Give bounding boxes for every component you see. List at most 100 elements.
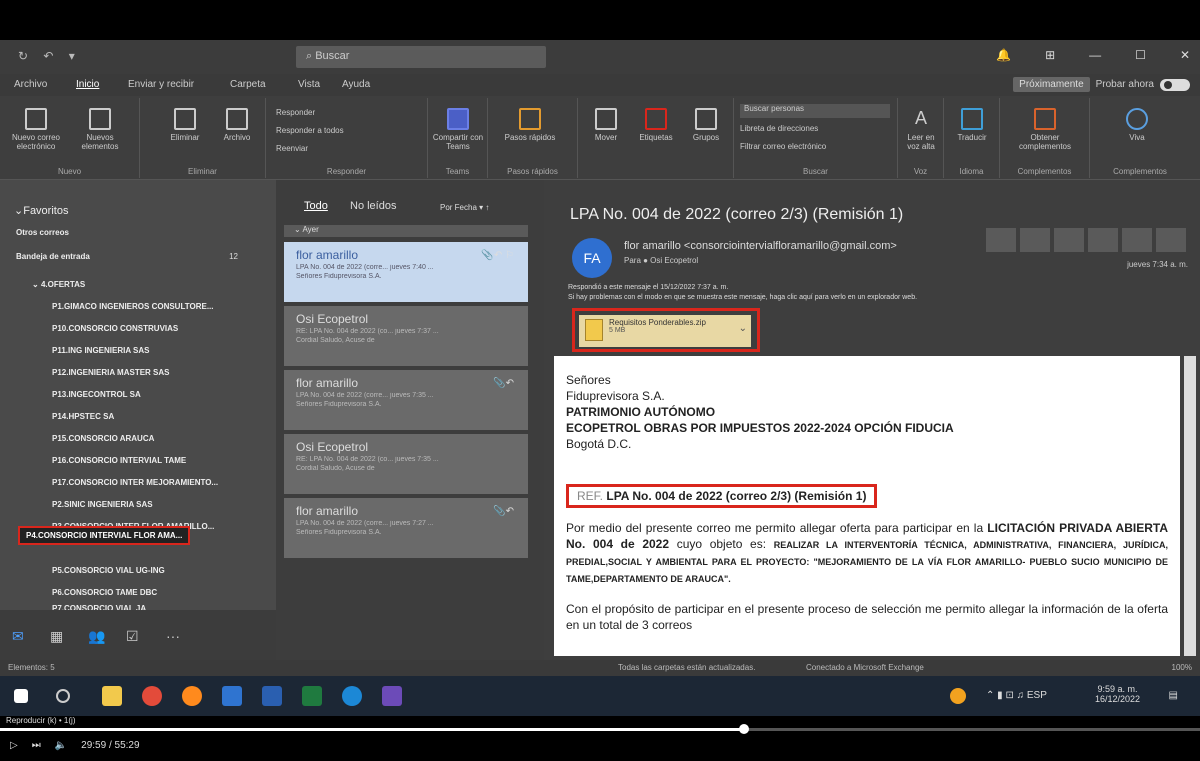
folder-p17[interactable]: P17.CONSORCIO INTER MEJORAMIENTO... <box>52 478 218 487</box>
tray-icons[interactable]: ⌃ ▮ ⊡ ♫ ESP <box>986 690 1047 701</box>
progress-knob[interactable] <box>739 724 749 734</box>
quick-steps-button[interactable]: Pasos rápidos <box>502 108 558 142</box>
close-button[interactable]: ✕ <box>1180 48 1190 62</box>
reply-button[interactable]: Responder <box>276 108 315 117</box>
folder-p1[interactable]: P1.GIMACO INGENIEROS CONSULTORE... <box>52 302 214 311</box>
translate-button[interactable]: Traducir <box>950 108 994 142</box>
calendar-nav-icon[interactable]: ▦ <box>50 628 63 645</box>
folder-otros-correos[interactable]: Otros correos <box>16 228 69 237</box>
notification-icon[interactable]: 🔔 <box>996 48 1011 62</box>
menu-archivo[interactable]: Archivo <box>14 79 47 90</box>
volume-icon[interactable]: 🔈 <box>55 740 67 751</box>
excel-icon[interactable] <box>302 686 322 706</box>
move-button[interactable]: Mover <box>584 108 628 142</box>
folder-p10[interactable]: P10.CONSORCIO CONSTRUVIAS <box>52 324 178 333</box>
maximize-button[interactable]: ☐ <box>1135 48 1146 62</box>
folder-p2[interactable]: P2.SINIC INGENIERIA SAS <box>52 500 153 509</box>
message-item-1[interactable]: flor amarillo LPA No. 004 de 2022 (corre… <box>284 242 528 302</box>
emoji-icon[interactable] <box>986 228 1016 252</box>
outlook-icon[interactable] <box>222 686 242 706</box>
menu-carpeta[interactable]: Carpeta <box>230 79 266 90</box>
item-count: Elementos: 5 <box>8 663 55 672</box>
group-header[interactable]: ⌄ Ayer <box>284 225 528 237</box>
folder-p16[interactable]: P16.CONSORCIO INTERVIAL TAME <box>52 456 186 465</box>
group-label: Responder <box>326 167 367 176</box>
message-item-3[interactable]: flor amarillo LPA No. 004 de 2022 (corre… <box>284 370 528 430</box>
folder-p13[interactable]: P13.INGECONTROL SA <box>52 390 141 399</box>
video-progress[interactable] <box>0 724 1200 734</box>
teams-taskbar-icon[interactable] <box>382 686 402 706</box>
tasks-nav-icon[interactable]: ☑ <box>126 628 139 645</box>
tab-all[interactable]: Todo <box>304 200 328 212</box>
tab-unread[interactable]: No leídos <box>350 200 396 212</box>
reply-icon[interactable] <box>1020 228 1050 252</box>
share-teams-button[interactable]: Compartir con Teams <box>432 108 484 151</box>
sender-address[interactable]: flor amarillo <consorciointervialflorama… <box>624 240 897 252</box>
search-input[interactable]: ⌕ Buscar <box>296 46 546 68</box>
reply-all-button[interactable]: Responder a todos <box>276 126 344 135</box>
play-icon[interactable]: ▷ <box>10 740 18 751</box>
folder-p11[interactable]: P11.ING INGENIERIA SAS <box>52 346 150 355</box>
favorites-header[interactable]: ⌄Favoritos <box>14 204 68 217</box>
browser-view-info[interactable]: Si hay problemas con el modo en que se m… <box>568 294 917 301</box>
play-tooltip: Reproducir (k) • 1(j) <box>6 716 76 725</box>
folder-p4-selected[interactable]: P4.CONSORCIO INTERVIAL FLOR AMA... <box>17 526 191 545</box>
sort-dropdown[interactable]: Por Fecha ▾ ↑ <box>440 203 489 212</box>
more-nav-icon[interactable]: ··· <box>166 628 180 644</box>
ribbon-group-nuevo: Nuevo correo electrónico Nuevos elemento… <box>0 98 140 178</box>
message-item-2[interactable]: Osi Ecopetrol RE: LPA No. 004 de 2022 (c… <box>284 306 528 366</box>
firefox-icon[interactable] <box>182 686 202 706</box>
new-email-button[interactable]: Nuevo correo electrónico <box>8 108 64 151</box>
folder-p6[interactable]: P6.CONSORCIO TAME DBC <box>52 588 157 597</box>
tags-button[interactable]: Etiquetas <box>632 108 680 142</box>
menu-inicio[interactable]: Inicio <box>76 79 99 90</box>
address-book-button[interactable]: Libreta de direcciones <box>740 124 818 133</box>
menu-enviar-recibir[interactable]: Enviar y recibir <box>128 79 194 90</box>
file-explorer-icon[interactable] <box>102 686 122 706</box>
notifications-icon[interactable]: ▤ <box>1169 690 1178 701</box>
body-scrollbar[interactable] <box>1184 356 1196 656</box>
search-taskbar-icon[interactable] <box>56 689 70 703</box>
attachment-chip[interactable]: Requisitos Ponderables.zip 5 MB ⌄ <box>579 315 751 347</box>
archive-button[interactable]: Archivo <box>214 108 260 142</box>
chrome-icon[interactable] <box>142 686 162 706</box>
folder-p14[interactable]: P14.HPSTEC SA <box>52 412 114 421</box>
message-item-4[interactable]: Osi Ecopetrol RE: LPA No. 004 de 2022 (c… <box>284 434 528 494</box>
edge-icon[interactable] <box>342 686 362 706</box>
delete-button[interactable]: Eliminar <box>160 108 210 142</box>
viva-button[interactable]: Viva <box>1112 108 1162 142</box>
layout-icon[interactable]: ⊞ <box>1045 48 1055 62</box>
menu-vista[interactable]: Vista <box>298 79 320 90</box>
sender-avatar[interactable]: FA <box>572 238 612 278</box>
reply-all-icon[interactable] <box>1054 228 1084 252</box>
read-aloud-button[interactable]: A Leer en voz alta <box>902 108 940 151</box>
message-item-5[interactable]: flor amarillo LPA No. 004 de 2022 (corre… <box>284 498 528 558</box>
weather-icon[interactable] <box>950 688 966 704</box>
zoom-level[interactable]: 100% <box>1172 663 1192 672</box>
mail-nav-icon[interactable]: ✉ <box>12 628 24 645</box>
chevron-down-icon[interactable]: ⌄ <box>739 323 747 334</box>
forward-button[interactable]: Reenviar <box>276 144 308 153</box>
windows-start-icon[interactable] <box>14 689 28 703</box>
next-icon[interactable]: ⏭ <box>32 740 41 751</box>
word-icon[interactable] <box>262 686 282 706</box>
teams-share-icon[interactable] <box>1122 228 1152 252</box>
folder-bandeja-entrada[interactable]: Bandeja de entrada <box>16 252 90 261</box>
people-nav-icon[interactable]: 👥 <box>88 628 105 645</box>
folder-ofertas[interactable]: ⌄ 4.OFERTAS <box>32 280 85 289</box>
try-now-switch[interactable] <box>1160 78 1190 91</box>
folder-p12[interactable]: P12.INGENIERIA MASTER SAS <box>52 368 170 377</box>
get-addins-button[interactable]: Obtener complementos <box>1010 108 1080 151</box>
folder-p5[interactable]: P5.CONSORCIO VIAL UG-ING <box>52 566 165 575</box>
new-items-button[interactable]: Nuevos elementos <box>72 108 128 151</box>
filter-email-button[interactable]: Filtrar correo electrónico <box>740 142 826 151</box>
groups-button[interactable]: Grupos <box>684 108 728 142</box>
forward-icon[interactable] <box>1088 228 1118 252</box>
folder-p15[interactable]: P15.CONSORCIO ARAUCA <box>52 434 154 443</box>
quick-access-toolbar[interactable]: ↻ ↶ ▾ <box>18 49 81 63</box>
clock[interactable]: 9:59 a. m. 16/12/2022 <box>1095 684 1140 704</box>
minimize-button[interactable]: — <box>1089 48 1101 62</box>
menu-ayuda[interactable]: Ayuda <box>342 79 370 90</box>
more-actions-icon[interactable] <box>1156 228 1186 252</box>
search-people-input[interactable]: Buscar personas <box>740 104 890 118</box>
